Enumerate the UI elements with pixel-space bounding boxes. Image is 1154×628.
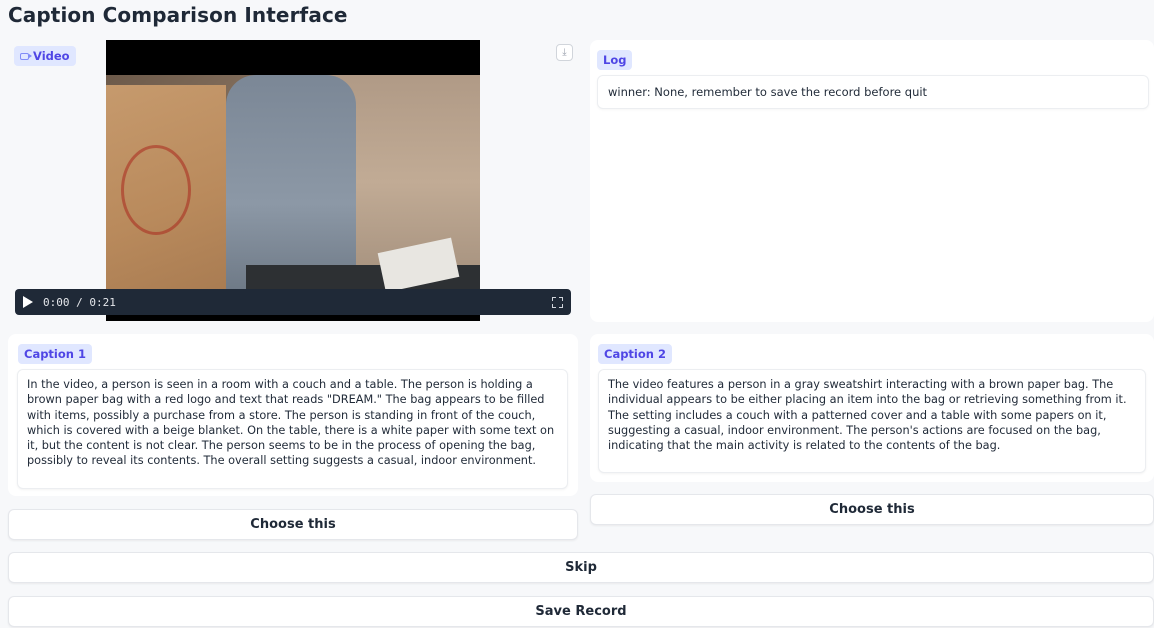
caption2-text[interactable]: The video features a person in a gray sw… [598,369,1146,473]
choose-caption2-button[interactable]: Choose this [590,494,1154,525]
fullscreen-icon[interactable] [552,296,563,308]
video-time: 0:00 / 0:21 [43,295,116,309]
video-controls: 0:00 / 0:21 [15,289,571,315]
video-player[interactable] [106,40,480,321]
page-title: Caption Comparison Interface [8,3,348,27]
caption1-text[interactable]: In the video, a person is seen in a room… [17,369,568,489]
choose-caption1-button[interactable]: Choose this [8,509,578,540]
save-record-button[interactable]: Save Record [8,596,1154,627]
video-label-text: Video [33,49,70,63]
download-icon[interactable]: ⤓ [556,44,573,61]
caption1-panel: Caption 1 In the video, a person is seen… [8,334,578,496]
caption1-label: Caption 1 [18,344,92,364]
video-scene-person [226,75,356,290]
caption2-label: Caption 2 [598,344,672,364]
caption2-panel: Caption 2 The video features a person in… [590,334,1154,482]
video-panel: Video 0:00 / 0:21 ⤓ [8,40,578,321]
log-output[interactable]: winner: None, remember to save the recor… [597,75,1149,109]
video-label: Video [14,46,76,66]
video-frame-image [106,75,480,293]
video-camera-icon [20,52,32,60]
video-scene-bag [106,85,226,290]
log-label: Log [597,50,633,70]
skip-button[interactable]: Skip [8,552,1154,583]
video-scene-bag-logo [121,145,191,235]
page: Caption Comparison Interface Video 0:00 … [0,0,1154,628]
log-panel: Log winner: None, remember to save the r… [590,40,1154,322]
play-icon[interactable] [23,296,33,308]
